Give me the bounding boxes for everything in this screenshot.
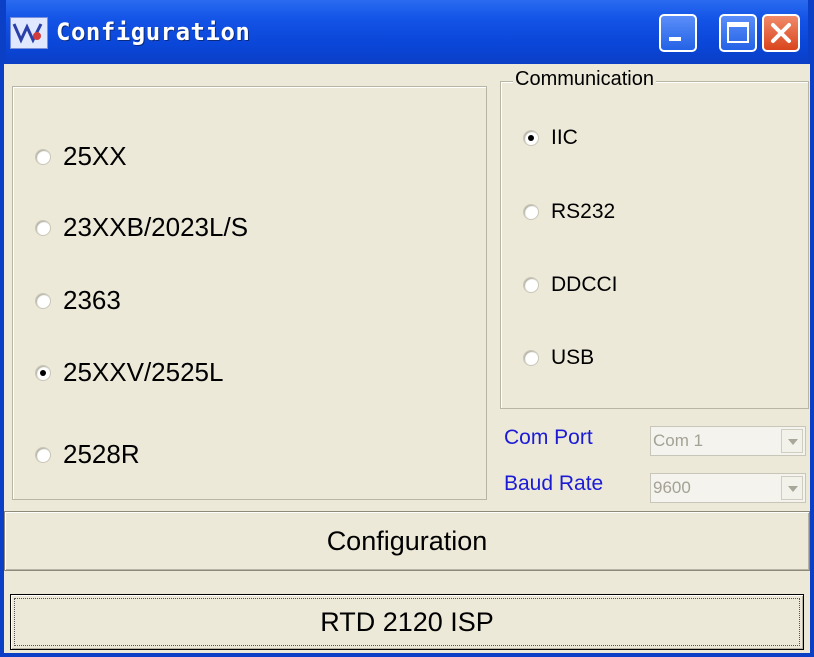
com-port-label: Com Port [504,426,593,449]
maximize-icon [727,22,749,43]
radio-comm-usb[interactable]: USB [523,346,594,370]
radio-label: 25XX [63,141,127,171]
radio-button-icon [523,277,539,293]
minimize-button[interactable] [659,14,697,52]
dropdown-arrow-icon[interactable] [781,429,803,453]
maximize-button[interactable] [719,14,757,52]
radio-comm-rs232[interactable]: RS232 [523,200,615,224]
radio-button-icon [35,292,51,309]
radio-label: 23XXB/2023L/S [63,212,249,242]
isp-button[interactable]: RTD 2120 ISP [10,594,804,650]
radio-button-checked-icon [523,130,539,146]
window-title: Configuration [56,18,251,46]
radio-button-checked-icon [35,364,51,381]
com-port-value: Com 1 [653,431,704,450]
window-client-area: 25XX 23XXB/2023L/S 2363 25XXV/2525L 2528… [4,64,810,653]
configuration-button[interactable]: Configuration [4,511,810,571]
close-button[interactable] [762,14,800,52]
radio-label: USB [551,346,595,369]
radio-comm-iic[interactable]: IIC [523,126,578,150]
app-logo-icon[interactable] [10,17,48,49]
dropdown-arrow-icon[interactable] [781,476,803,500]
title-bar: Configuration [0,0,814,64]
com-port-select[interactable]: Com 1 [650,426,806,456]
radio-label: IIC [551,126,578,149]
radio-button-icon [523,350,539,366]
minimize-icon [669,37,681,41]
baud-rate-value: 9600 [653,478,691,497]
baud-rate-label: Baud Rate [504,472,604,495]
communication-group-title: Communication [513,68,656,91]
radio-button-icon [523,204,539,220]
radio-device-2[interactable]: 2363 [35,285,121,316]
radio-device-0[interactable]: 25XX [35,141,127,172]
device-type-group: 25XX 23XXB/2023L/S 2363 25XXV/2525L 2528… [12,86,487,500]
radio-label: DDCCI [551,273,618,296]
close-icon [771,23,791,43]
focus-rectangle [14,598,800,646]
radio-comm-ddcci[interactable]: DDCCI [523,273,618,297]
radio-label: RS232 [551,200,616,223]
radio-device-1[interactable]: 23XXB/2023L/S [35,212,248,243]
radio-button-icon [35,219,51,236]
radio-label: 2363 [63,285,121,315]
radio-button-icon [35,148,51,165]
baud-rate-select[interactable]: 9600 [650,473,806,503]
radio-button-icon [35,446,51,463]
radio-label: 2528R [63,439,140,469]
communication-group: Communication IIC RS232 DDCCI USB [500,68,809,409]
radio-device-4[interactable]: 2528R [35,439,140,470]
radio-label: 25XXV/2525L [63,357,224,387]
radio-device-3[interactable]: 25XXV/2525L [35,357,223,388]
